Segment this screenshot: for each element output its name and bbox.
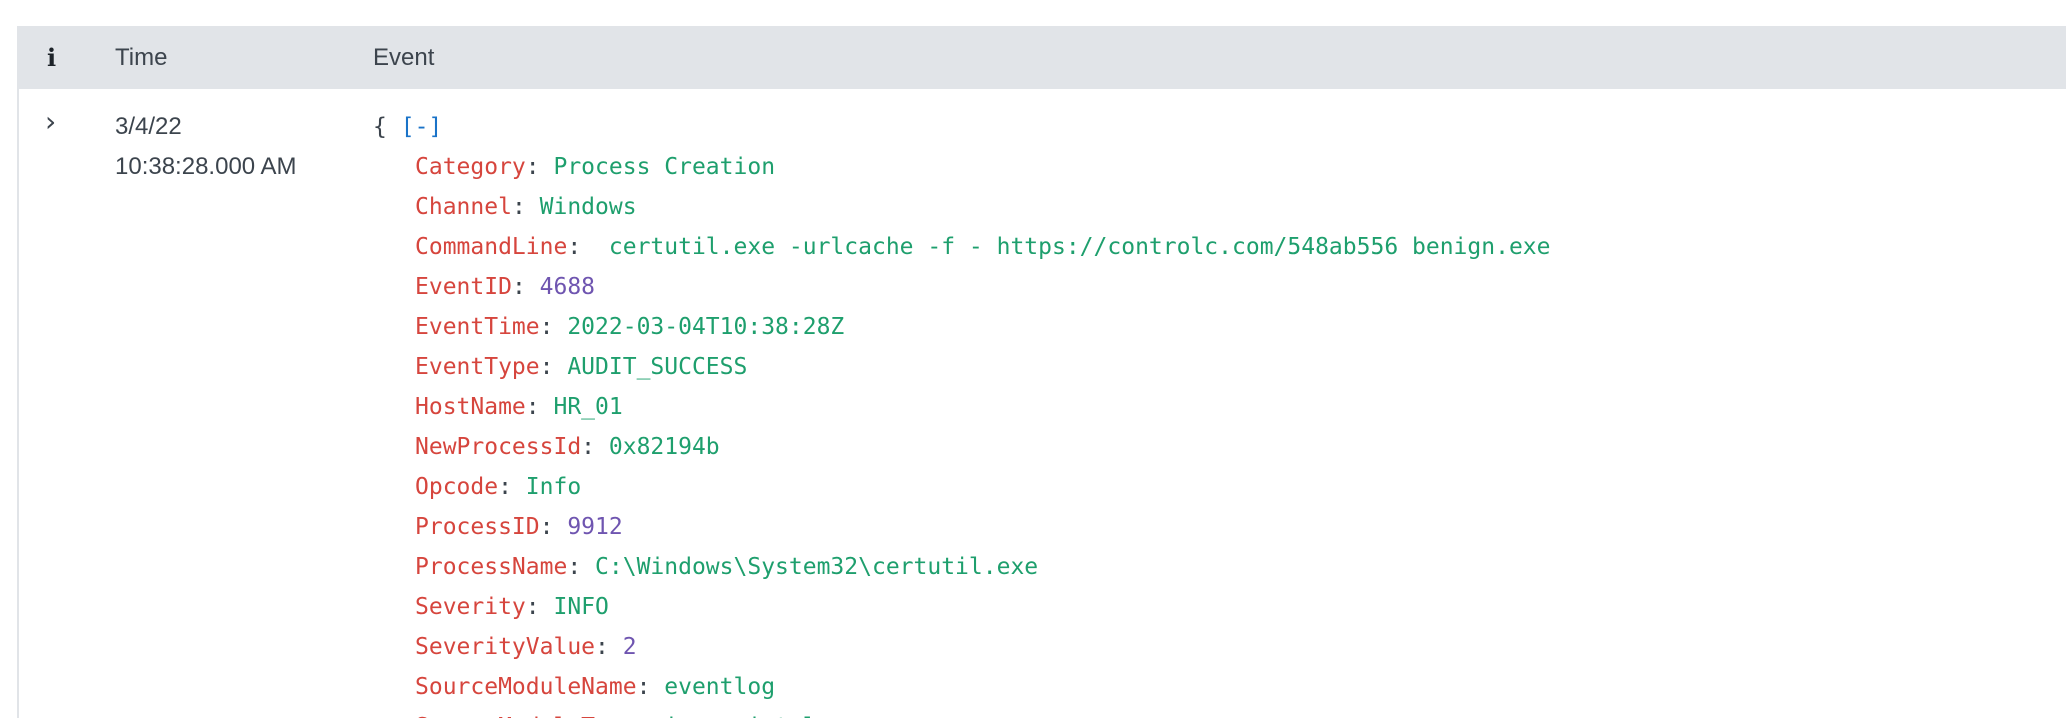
open-brace: {: [373, 114, 387, 140]
field-separator: :: [511, 194, 540, 220]
field-value[interactable]: C:\Windows\System32\certutil.exe: [595, 554, 1038, 580]
field-separator: :: [539, 314, 568, 340]
field-separator: :: [595, 634, 623, 660]
field-separator: :: [539, 354, 568, 380]
field-value[interactable]: 2: [623, 634, 637, 660]
field-value[interactable]: 2022-03-04T10:38:28Z: [567, 314, 844, 340]
event-field-row: SeverityValue: 2: [373, 627, 1551, 667]
field-value[interactable]: 9912: [567, 514, 622, 540]
collapse-toggle[interactable]: [-]: [401, 114, 443, 140]
info-column-header[interactable]: i: [47, 26, 56, 89]
event-field-row: EventTime: 2022-03-04T10:38:28Z: [373, 307, 1551, 347]
field-separator: :: [525, 594, 554, 620]
field-key[interactable]: Channel: [415, 194, 512, 220]
field-value[interactable]: certutil.exe -urlcache -f - https://cont…: [595, 234, 1551, 260]
field-key[interactable]: Category: [415, 154, 526, 180]
field-key[interactable]: Opcode: [415, 474, 498, 500]
time-column-header[interactable]: Time: [115, 26, 167, 89]
field-separator: :: [525, 394, 554, 420]
field-key[interactable]: EventID: [415, 274, 512, 300]
field-value[interactable]: Info: [526, 474, 581, 500]
chevron-right-icon[interactable]: ›: [45, 107, 75, 137]
time-cell: 3/4/22 10:38:28.000 AM: [115, 107, 296, 187]
event-field-row: ProcessName: C:\Windows\System32\certuti…: [373, 547, 1551, 587]
event-field-row: Category: Process Creation: [373, 147, 1551, 187]
event-field-row: ProcessID: 9912: [373, 507, 1551, 547]
event-field-row: SourceModuleName: eventlog: [373, 667, 1551, 707]
field-key[interactable]: ProcessName: [415, 554, 567, 580]
event-date: 3/4/22: [115, 113, 182, 140]
field-separator: :: [567, 554, 596, 580]
field-value[interactable]: 4688: [540, 274, 595, 300]
event-field-row: EventID: 4688: [373, 267, 1551, 307]
event-column-header[interactable]: Event: [373, 26, 434, 89]
event-field-row: SourceModuleType: im_msvistalog: [373, 707, 1551, 718]
field-value[interactable]: HR_01: [553, 394, 622, 420]
field-key[interactable]: SeverityValue: [415, 634, 595, 660]
field-value[interactable]: eventlog: [664, 674, 775, 700]
table-row: › 3/4/22 10:38:28.000 AM { [-] Category:…: [19, 89, 2066, 718]
field-value[interactable]: im_msvistalog: [664, 714, 844, 718]
field-separator: :: [511, 274, 540, 300]
field-key[interactable]: EventTime: [415, 314, 540, 340]
field-separator: :: [567, 234, 596, 260]
event-field-row: Channel: Windows: [373, 187, 1551, 227]
events-page: i Time Event › 3/4/22 10:38:28.000 AM { …: [0, 0, 2066, 718]
field-value[interactable]: INFO: [553, 594, 608, 620]
field-value[interactable]: 0x82194b: [609, 434, 720, 460]
event-time: 10:38:28.000 AM: [115, 153, 297, 180]
event-cell: { [-] Category: Process Creation Channel:…: [373, 107, 1551, 718]
field-key[interactable]: SourceModuleType: [415, 714, 637, 718]
event-field-row: Severity: INFO: [373, 587, 1551, 627]
field-key[interactable]: HostName: [415, 394, 526, 420]
event-field-row: EventType: AUDIT_SUCCESS: [373, 347, 1551, 387]
event-field-row: CommandLine: certutil.exe -urlcache -f -…: [373, 227, 1551, 267]
field-key[interactable]: EventType: [415, 354, 540, 380]
json-open-line: { [-]: [373, 107, 1551, 147]
event-field-row: Opcode: Info: [373, 467, 1551, 507]
field-value[interactable]: Process Creation: [553, 154, 775, 180]
field-separator: :: [581, 434, 609, 460]
field-key[interactable]: CommandLine: [415, 234, 567, 260]
field-separator: :: [498, 474, 526, 500]
field-value[interactable]: Windows: [540, 194, 637, 220]
event-field-row: NewProcessId: 0x82194b: [373, 427, 1551, 467]
field-key[interactable]: NewProcessId: [415, 434, 581, 460]
table-header: i Time Event: [19, 26, 2066, 89]
field-separator: :: [637, 714, 665, 718]
field-key[interactable]: ProcessID: [415, 514, 540, 540]
field-value[interactable]: AUDIT_SUCCESS: [567, 354, 747, 380]
field-separator: :: [636, 674, 665, 700]
field-separator: :: [539, 514, 568, 540]
field-separator: :: [525, 154, 554, 180]
field-key[interactable]: Severity: [415, 594, 526, 620]
field-key[interactable]: SourceModuleName: [415, 674, 637, 700]
event-field-row: HostName: HR_01: [373, 387, 1551, 427]
